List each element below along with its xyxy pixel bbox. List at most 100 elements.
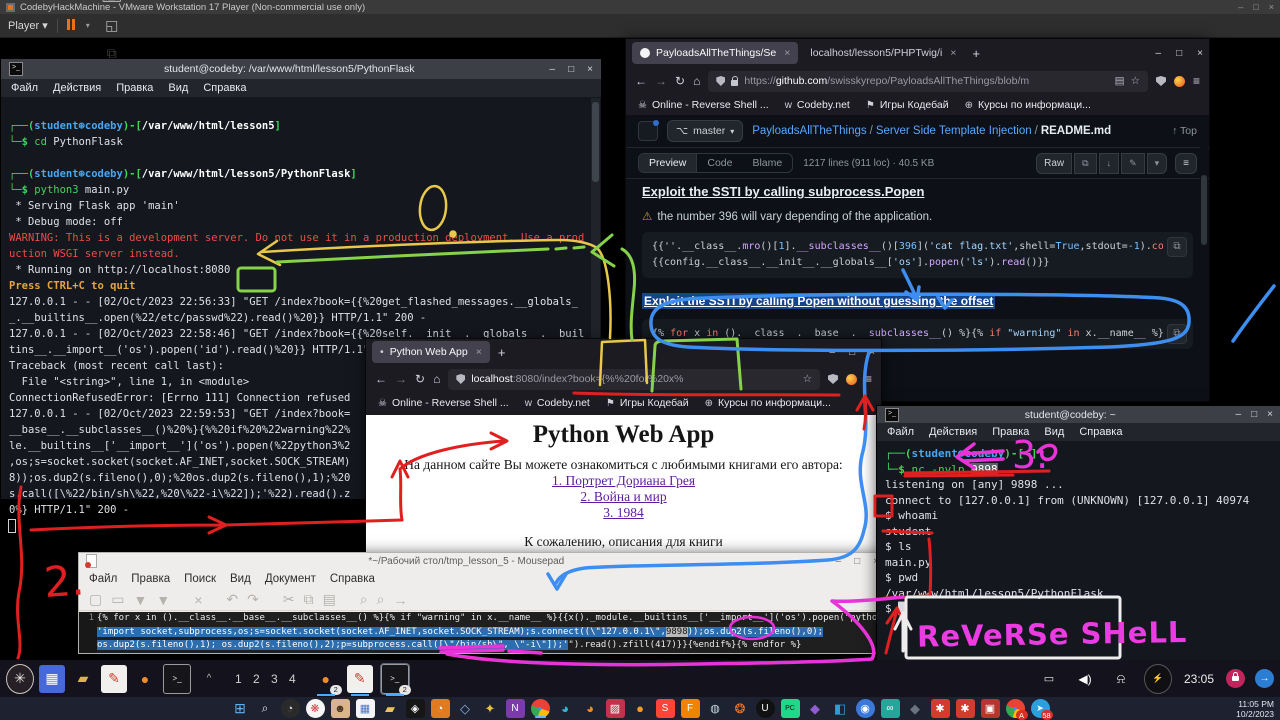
- bookmark-star-icon[interactable]: ☆: [1131, 75, 1140, 87]
- bookmark-star-icon[interactable]: ☆: [803, 373, 812, 385]
- download-icon[interactable]: ↓: [1099, 153, 1120, 174]
- menu-item[interactable]: Вид: [168, 82, 188, 94]
- save-icon[interactable]: ▼: [133, 592, 147, 608]
- menu-item[interactable]: Действия: [53, 82, 101, 94]
- vmware-icon[interactable]: ✦: [481, 699, 500, 718]
- bookmark-item[interactable]: wCodeby.net: [525, 397, 590, 409]
- menu-item[interactable]: Файл: [11, 82, 38, 94]
- bookmark-item[interactable]: ⚑Игры Кодебай: [866, 99, 949, 111]
- avatar-icon[interactable]: ☻: [331, 699, 350, 718]
- close-button[interactable]: ×: [1267, 409, 1273, 420]
- session-menu-icon[interactable]: →: [1255, 669, 1274, 688]
- open-file-icon[interactable]: ▭: [111, 591, 124, 608]
- menu-item[interactable]: Вид: [230, 573, 251, 585]
- workspace-switcher[interactable]: 1 2 3 4: [235, 672, 300, 686]
- copy-raw-icon[interactable]: ⧉: [1074, 153, 1096, 174]
- timer-icon[interactable]: ◔: [431, 699, 450, 718]
- tab-close-icon[interactable]: ×: [784, 47, 790, 59]
- task-terminal[interactable]: >_2: [381, 664, 409, 694]
- menu-item[interactable]: Правка: [992, 426, 1029, 438]
- terminal-window-nc[interactable]: >_ student@codeby: ~ – □ × ФайлДействияП…: [876, 405, 1280, 663]
- terminal-titlebar[interactable]: >_ student@codeby: ~ – □ ×: [877, 406, 1280, 423]
- onenote-icon[interactable]: N: [506, 699, 525, 718]
- minimize-button[interactable]: –: [1238, 2, 1243, 12]
- sidebar-toggle-icon[interactable]: [638, 121, 658, 141]
- search-button[interactable]: ⌕: [256, 699, 275, 718]
- menu-item[interactable]: Поиск: [184, 573, 216, 585]
- editor-text-area[interactable]: 1 {% for x in ().__class__.__base__.__su…: [79, 612, 879, 653]
- vm-clock[interactable]: 23:05: [1184, 672, 1214, 686]
- terminal-launcher[interactable]: >_: [163, 664, 191, 694]
- firefox-icon[interactable]: ◕: [581, 699, 600, 718]
- tab-python-web-app[interactable]: • Python Web App×: [372, 341, 490, 363]
- fullscreen-icon[interactable]: ◱: [99, 12, 125, 40]
- vmware-titlebar[interactable]: CodebyHackMachine - VMware Workstation 1…: [0, 0, 1280, 14]
- app-menu-button[interactable]: ▦: [39, 665, 65, 693]
- branch-selector[interactable]: ⌥master▾: [667, 120, 743, 142]
- reader-icon[interactable]: ▤: [1115, 75, 1125, 87]
- vscode-icon[interactable]: ◧: [831, 699, 850, 718]
- windows-clock[interactable]: 11:05 PM 10/2/2023: [1236, 699, 1274, 719]
- vstudio-icon[interactable]: ◆: [806, 699, 825, 718]
- redtool2-icon[interactable]: ✱: [956, 699, 975, 718]
- minimize-button[interactable]: –: [836, 556, 842, 567]
- power-manager-icon[interactable]: ⚡: [1144, 664, 1172, 694]
- copy-icon[interactable]: ⧉: [304, 591, 314, 608]
- send-cad-icon[interactable]: ⌨: [99, 0, 125, 12]
- protections-icon[interactable]: [828, 374, 838, 384]
- book-link-2[interactable]: 2. Война и мир: [366, 489, 881, 505]
- forward-button[interactable]: →: [655, 74, 667, 88]
- unreal-icon[interactable]: U: [756, 699, 775, 718]
- protections-icon[interactable]: [1156, 76, 1166, 86]
- new-file-icon[interactable]: ▢: [89, 591, 102, 608]
- back-to-top-link[interactable]: ↑ Top: [1172, 125, 1197, 137]
- volume-icon[interactable]: ◀): [1072, 665, 1098, 693]
- reload-button[interactable]: ↻: [415, 372, 425, 386]
- home-button[interactable]: ⌂: [693, 74, 700, 88]
- new-tab-button[interactable]: +: [972, 46, 980, 61]
- copy-code-button[interactable]: ⧉: [1167, 324, 1187, 344]
- save-as-icon[interactable]: ▼: [156, 592, 170, 608]
- photos-icon[interactable]: ▨: [606, 699, 625, 718]
- maximize-button[interactable]: □: [1251, 409, 1257, 420]
- menu-item[interactable]: Документ: [265, 573, 316, 585]
- menu-item[interactable]: Правка: [116, 82, 153, 94]
- mint-icon[interactable]: ∞: [881, 699, 900, 718]
- pycharm-icon[interactable]: PC: [781, 699, 800, 718]
- tab-preview[interactable]: Preview: [639, 154, 697, 172]
- edge-icon[interactable]: ◕: [556, 699, 575, 718]
- firefox-window-webapp[interactable]: • Python Web App× + – □ × ← → ↻ ⌂ localh…: [365, 338, 882, 564]
- back-button[interactable]: ←: [635, 74, 647, 88]
- reload-button[interactable]: ↻: [675, 74, 685, 88]
- calendar-icon[interactable]: ▦: [356, 699, 375, 718]
- player-menu[interactable]: Player ▾: [8, 19, 48, 32]
- back-button[interactable]: ←: [375, 372, 387, 386]
- virtualbox-icon[interactable]: ◇: [456, 699, 475, 718]
- goto-icon[interactable]: →: [394, 592, 408, 608]
- menu-item[interactable]: Справка: [1079, 426, 1122, 438]
- maximize-button[interactable]: □: [1253, 2, 1258, 12]
- start-button[interactable]: ⊞: [231, 699, 250, 718]
- edit-icon[interactable]: ✎: [1121, 153, 1145, 174]
- bookmark-item[interactable]: ☠Online - Reverse Shell ...: [378, 397, 509, 409]
- menu-item[interactable]: Справка: [203, 82, 246, 94]
- ghost-icon[interactable]: ◆: [906, 699, 925, 718]
- section-heading-popen[interactable]: Exploit the SSTI by calling Popen withou…: [642, 293, 995, 309]
- pause-dropdown[interactable]: ▾: [86, 21, 90, 30]
- bookmark-item[interactable]: ⊕Курсы по информаци...: [705, 397, 831, 409]
- panel-chevron[interactable]: ^: [196, 665, 222, 693]
- forward-button[interactable]: →: [395, 372, 407, 386]
- app-menu-icon[interactable]: ≡: [1193, 74, 1200, 88]
- tab-close-icon[interactable]: ×: [950, 47, 956, 59]
- notion-icon[interactable]: ◈: [406, 699, 425, 718]
- close-button[interactable]: ×: [869, 347, 875, 358]
- redtool-icon[interactable]: ✱: [931, 699, 950, 718]
- home-button[interactable]: ⌂: [433, 372, 440, 386]
- show-desktop-icon[interactable]: ▭: [1036, 665, 1062, 693]
- undo-icon[interactable]: ↶: [226, 591, 238, 608]
- firefox-launcher[interactable]: ●: [132, 665, 158, 693]
- tab-code[interactable]: Code: [697, 154, 742, 172]
- maximize-button[interactable]: □: [568, 64, 574, 75]
- find-replace-icon[interactable]: ⌕: [377, 591, 385, 608]
- maximize-button[interactable]: □: [854, 556, 860, 567]
